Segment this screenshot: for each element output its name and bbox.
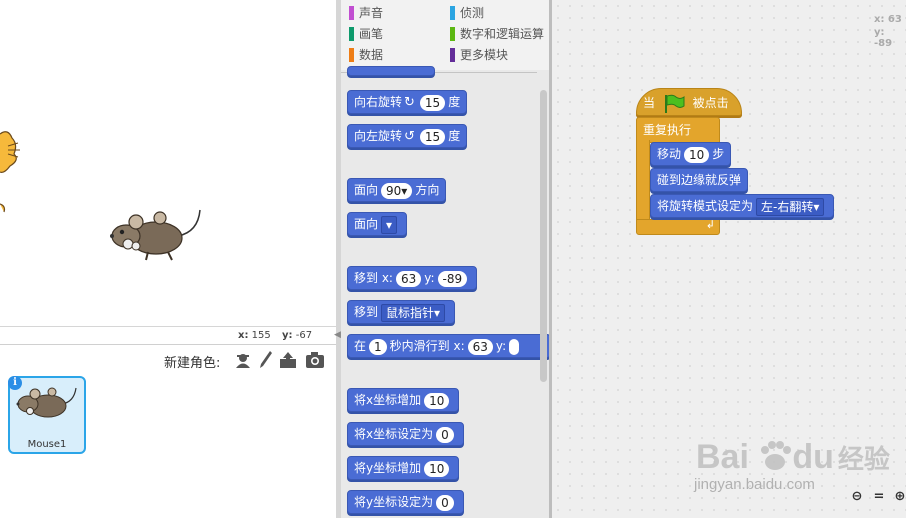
block-change-x[interactable]: 将x坐标增加 10 (347, 388, 460, 412)
point-towards-dropdown: ▾ (381, 215, 398, 234)
block-turn-right[interactable]: 向右旋转 ↻ 15 度 (347, 90, 468, 114)
category-more-blocks[interactable]: 更多模块 (450, 46, 508, 64)
camera-new-sprite-icon[interactable] (305, 351, 325, 369)
category-sensing[interactable]: 侦测 (450, 4, 484, 22)
block-glide[interactable]: 在 1 秒内滑行到 x: 63 y: (347, 334, 549, 358)
sprite-name: Mouse1 (27, 439, 67, 450)
new-sprite-bar: 新建角色: (0, 344, 336, 376)
loop-arrow-icon: ↲ (705, 218, 715, 231)
category-sound[interactable]: 声音 (349, 4, 383, 22)
block-set-y[interactable]: 将y坐标设定为 0 (347, 490, 464, 514)
block-point-towards[interactable]: 面向 ▾ (347, 212, 408, 236)
block-palette: 声音 侦测 画笔 数字和逻辑运算 数据 更多模块 向右旋转 ↻ 15 度 向左旋转 ↺ 1… (341, 0, 549, 518)
y-value: -67 (295, 330, 313, 341)
stage[interactable] (0, 0, 336, 326)
mouse-thumbnail-icon (16, 387, 77, 418)
paint-new-sprite-icon[interactable] (257, 350, 273, 370)
block-go-to-xy[interactable]: 移到 x: 63 y: -89 (347, 266, 478, 290)
baidu-watermark: Bai du 经验 (696, 438, 890, 476)
block-point-in-direction[interactable]: 面向 90▾ 方向 (347, 178, 447, 202)
category-operators[interactable]: 数字和逻辑运算 (450, 25, 544, 43)
category-data[interactable]: 数据 (349, 46, 383, 64)
block-go-to[interactable]: 移到 鼠标指针▾ (347, 300, 456, 324)
move-steps-block[interactable]: 移动 10 步 (650, 142, 732, 166)
block-set-x[interactable]: 将x坐标设定为 0 (347, 422, 464, 446)
x-value: 155 (251, 330, 271, 341)
cat-sprite-partial[interactable] (0, 120, 30, 220)
sprite-list: i Mouse1 (0, 374, 336, 518)
block-categories: 声音 侦测 画笔 数字和逻辑运算 数据 更多模块 (341, 0, 549, 70)
sprite-thumbnail-mouse1[interactable]: i Mouse1 (8, 376, 86, 454)
scripts-mouse-x: x: 63 (874, 14, 902, 25)
turn-left-icon: ↺ (404, 129, 415, 144)
mouse-sprite[interactable] (108, 206, 208, 270)
upload-sprite-icon[interactable] (279, 351, 297, 369)
block-change-y[interactable]: 将y坐标增加 10 (347, 456, 460, 480)
collapse-arrow-icon[interactable]: ◀ (334, 330, 341, 340)
new-sprite-label: 新建角色: (164, 356, 221, 371)
green-flag-icon (664, 94, 685, 113)
forever-bottom: ↲ (636, 218, 720, 235)
x-label: x: (238, 330, 249, 341)
y-label: y: (282, 330, 293, 341)
bounce-on-edge-block[interactable]: 碰到边缘就反弹 (650, 168, 749, 192)
rotation-style-dropdown: 左-右翻转▾ (756, 197, 825, 216)
forever-arm (636, 140, 650, 220)
stage-mouse-coordinates: x: 155 y: -67 (0, 326, 336, 345)
zoom-out-icon[interactable]: ⊖ (850, 490, 864, 504)
scripts-mouse-y: y: -89 (874, 27, 893, 49)
palette-scrollbar[interactable] (540, 90, 547, 382)
choose-sprite-from-library-icon[interactable] (234, 351, 252, 369)
zoom-reset-icon[interactable]: = (872, 490, 886, 504)
baidu-paw-icon (761, 441, 792, 470)
set-rotation-style-block[interactable]: 将旋转模式设定为 左-右翻转▾ (650, 194, 835, 218)
category-pen[interactable]: 画笔 (349, 25, 383, 43)
go-to-dropdown: 鼠标指针▾ (381, 303, 446, 322)
block-turn-left[interactable]: 向左旋转 ↺ 15 度 (347, 124, 468, 148)
scripts-area[interactable]: x: 63 y: -89 当 被点击 重复执行 ↲ 移动 10 步 碰到边缘就反弹 … (552, 0, 906, 518)
turn-right-icon: ↻ (404, 95, 415, 110)
block-partial[interactable] (347, 66, 435, 76)
when-flag-clicked-block[interactable]: 当 被点击 (636, 88, 742, 116)
watermark-url: jingyan.baidu.com (694, 476, 815, 493)
zoom-in-icon[interactable]: ⊕ (893, 490, 906, 504)
